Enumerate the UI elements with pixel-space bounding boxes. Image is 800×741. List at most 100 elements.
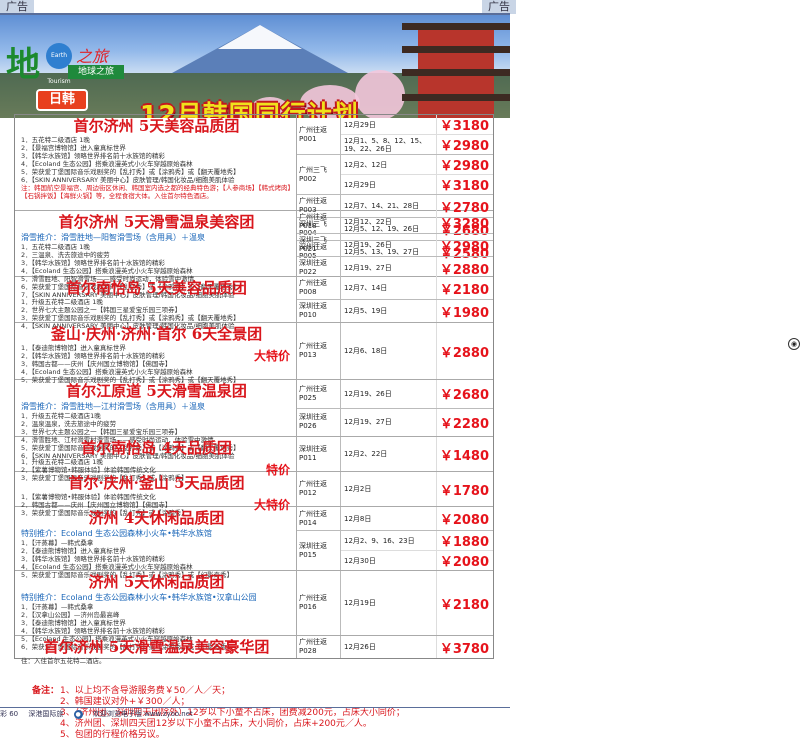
tour-info: 首尔南怡岛 5天美容品质团 1．升级五花特二级酒店 1晚 2．世界七大主题公园之一【…: [15, 277, 297, 330]
tour-table: 首尔济州 5天美容品质团 1．五花特二级酒店 1晚 2．【景福宫博物馆】进入童真标世…: [14, 114, 494, 665]
date-line[interactable]: 12月26日 ￥3780: [341, 636, 493, 658]
magazine-name: 深港国际旅: [28, 710, 64, 718]
tour-title: 首尔·庆州·釜山 5天品质团: [68, 474, 245, 492]
price: ￥2880: [439, 345, 489, 361]
tour-row[interactable]: 首尔南怡岛 5天美容品质团 1．升级五花特二级酒店 1晚 2．世界七大主题公园之一【…: [15, 277, 493, 330]
date-line[interactable]: 12月8日 ￥2080: [341, 507, 493, 530]
logo-sub: 地球之旅: [68, 65, 124, 79]
price: ￥2980: [439, 239, 489, 255]
price: ￥3780: [439, 641, 489, 657]
tour-row[interactable]: 首尔济州 5天滑雪温泉美容团 滑雪推介：滑雪胜地—阳智滑雪场（含用具）＋温泉 1．五…: [15, 211, 493, 299]
tour-item: 1．【泰迪熊博物馆】进入童真标世界: [21, 344, 126, 352]
ad-label-left: 广告: [0, 0, 34, 14]
tour-info: 首尔济州 5天美容品质团 1．五花特二级酒店 1晚 2．【景福宫博物馆】进入童真标世…: [15, 115, 297, 210]
logo-main: 地: [6, 45, 40, 85]
tour-item: 6．【SKIN ANNIVERSARY 美丽中心】皮肤管理/韩国化妆品/细胞美肌…: [21, 176, 235, 184]
date-list: 12月19、27日 ￥2280: [341, 408, 493, 436]
date-list: 12月6、18日 ￥2880: [341, 323, 493, 379]
date-line[interactable]: 12月2、22日 ￥1480: [341, 437, 493, 471]
remark-line: 1、以上均不含导游服务费￥50／人／天；: [60, 686, 231, 696]
tour-row[interactable]: 首尔南怡岛 4天品质团 特价 1．升级五花特二级酒店 1晚 2．【紫薯博物馆•韩服体验…: [15, 437, 493, 482]
date-line[interactable]: 12月30日 ￥2080: [341, 551, 493, 570]
departure-dates: 12月26日: [341, 636, 437, 658]
departure-code: 深圳往返 P022: [297, 257, 341, 279]
date-line[interactable]: 12月19、27日 ￥2880: [341, 257, 493, 279]
tour-item: 2．世界七大主题公园之一【韩国三星爱宝乐园三项券】: [21, 306, 182, 314]
date-line[interactable]: 12月6、18日 ￥2880: [341, 323, 493, 379]
date-line[interactable]: 12月19日 ￥2180: [341, 571, 493, 635]
tour-item: 3．世界七大主题公园之一【韩国三星爱宝乐园三项券】: [21, 428, 182, 436]
date-list: 12月2、12日 ￥2980 12月29日 ￥3180: [341, 155, 493, 194]
departure-code: 广州往返 P001: [297, 115, 341, 154]
departure-group: 广州往返 P025 12月19、26日 ￥2680: [297, 380, 493, 409]
departure-group: 广州往返 P001 12月29日 ￥3180 12月1、5、8、12、15、19、22…: [297, 115, 493, 155]
date-line[interactable]: 12月2日 ￥1780: [341, 472, 493, 506]
date-line[interactable]: 12月12、22日 ￥3280: [341, 211, 493, 233]
tour-row[interactable]: 济州 5天休闲品质团特别推介：Ecoland 生态公园森林小火车•韩华水族馆•汉…: [15, 571, 493, 651]
departure-dates: 12月2、12日: [341, 155, 437, 174]
price: ￥1880: [439, 535, 489, 550]
tour-item: 1．升级五花特二级酒店1晚: [21, 412, 101, 420]
date-line[interactable]: 12月29日 ￥3180: [341, 175, 493, 194]
date-line[interactable]: 12月19、27日 ￥2280: [341, 408, 493, 436]
tour-title: 首尔南怡岛 5天美容品质团: [66, 279, 247, 297]
tour-title: 釜山·庆州·济州·首尔 6天全景团: [50, 325, 263, 343]
tour-highlight: 滑雪推介：滑雪胜地—江村滑雪场（含用具）＋温泉: [21, 402, 205, 411]
departure-dates: 12月5、19日: [341, 300, 437, 322]
departure-group: 广州往返 P016 12月19日 ￥2180: [297, 571, 493, 635]
date-line[interactable]: 12月29日 ￥3180: [341, 115, 493, 135]
departure-code: 广州往返 P028: [297, 636, 341, 658]
departures: 广州往返 P001 12月29日 ￥3180 12月1、5、8、12、15、19、22…: [297, 115, 493, 263]
tour-item: 3．荣获爱丁堡国际音乐戏剧奖的【乱打秀】或【涂鸦秀】或【翻天覆地秀】: [21, 314, 240, 322]
date-line[interactable]: 12月19、26日 ￥2680: [341, 380, 493, 408]
departures: 深圳往返 P011 12月2、22日 ￥1480: [297, 437, 493, 471]
tour-row[interactable]: 首尔济州 5天美容品质团 1．五花特二级酒店 1晚 2．【景福宫博物馆】进入童真标世…: [15, 115, 493, 263]
date-line[interactable]: 12月5、19日 ￥1980: [341, 300, 493, 322]
tour-highlight: 特别推介：Ecoland 生态公园森林小火车•韩华水族馆•汉拿山公园: [21, 593, 257, 602]
pagoda-graphic: [392, 15, 510, 118]
page-marker-icon[interactable]: ◉: [788, 338, 800, 350]
tour-item: 2．【汉拿山公园】—济州岛最高峰: [21, 611, 120, 619]
departure-code: 广州往返 P025: [297, 380, 341, 408]
date-line[interactable]: 12月1、5、8、12、15、19、22、26日 ￥2980: [341, 135, 493, 154]
departure-dates: 12月19日: [341, 571, 437, 635]
tour-item: 2．【景福宫博物馆】进入童真标世界: [21, 144, 126, 152]
date-line[interactable]: 12月7、14日 ￥2180: [341, 277, 493, 299]
departures: 广州往返 P025 12月19、26日 ￥2680 深圳往返 P026 12月19、27…: [297, 380, 493, 436]
date-list: 12月29日 ￥3180 12月1、5、8、12、15、19、22、26日 ￥2980: [341, 115, 493, 154]
tour-item: 1．【汗蒸幕】—韩式桑拿: [21, 539, 94, 547]
tour-info: 济州 5天休闲品质团特别推介：Ecoland 生态公园森林小火车•韩华水族馆•汉…: [15, 571, 297, 651]
departure-code: 广州往返 P016: [297, 571, 341, 635]
tour-item: 1．升级五花特二级酒店 1晚: [21, 298, 103, 306]
remark-line: 5、包团的行程价格另议。: [60, 730, 165, 740]
date-line[interactable]: 12月2、12日 ￥2980: [341, 155, 493, 175]
banner: 地 Earth Tourism 之旅 地球之旅 日韩 12月韩国同行计划: [0, 15, 510, 118]
tour-info: 济州 4天休闲品质团 特别推介：Ecoland 生态公园森林小火车•韩华水族馆 1．…: [15, 507, 297, 579]
departure-dates: 12月19、27日: [341, 257, 437, 279]
departures: 广州往返 P016 12月19日 ￥2180: [297, 571, 493, 635]
tour-row[interactable]: 首尔济州 5天滑雪温泉美容豪华团 住：入住首尔五花特二酒店。 广州往返 P028 12…: [15, 636, 493, 665]
departure-dates: 12月12、22日: [341, 211, 437, 233]
date-list: 12月19、26日 ￥2980: [341, 234, 493, 256]
tour-title: 首尔济州 5天滑雪温泉美容团: [58, 213, 255, 231]
departure-code: 深圳往返 P010: [297, 300, 341, 322]
price: ￥1780: [439, 483, 489, 499]
departure-code: 广州往返 P008: [297, 277, 341, 299]
date-line[interactable]: 12月19、26日 ￥2980: [341, 234, 493, 256]
tour-row[interactable]: 济州 4天休闲品质团 特别推介：Ecoland 生态公园森林小火车•韩华水族馆 1．…: [15, 507, 493, 579]
tour-row[interactable]: 首尔江原道 5天滑雪温泉团 滑雪推介：滑雪胜地—江村滑雪场（含用具）＋温泉 1．升级…: [15, 380, 493, 460]
price: ￥2980: [439, 139, 489, 154]
tour-item: 3．【泰迪熊博物馆】进入童真标世界: [21, 619, 126, 627]
tour-title: 济州 5天休闲品质团: [88, 573, 225, 591]
tour-row[interactable]: 首尔·庆州·釜山 5天品质团 大特价 1．【紫薯博物馆•韩服体验】体验韩国传统文化 2…: [15, 472, 493, 517]
tour-item: 2．【韩华水族馆】领略世界排名前十水族馆的精彩: [21, 352, 165, 360]
departure-code: 广州三飞 P002: [297, 155, 341, 194]
tour-item: 1．五花特二级酒店 1晚: [21, 243, 90, 251]
departure-code: 深圳往返 P015: [297, 531, 341, 570]
price: ￥2180: [439, 282, 489, 298]
departure-dates: 12月6、18日: [341, 323, 437, 379]
tour-row[interactable]: 釜山·庆州·济州·首尔 6天全景团 大特价 1．【泰迪熊博物馆】进入童真标世界 2．【…: [15, 323, 493, 384]
departures: 广州往返 P012 12月2日 ￥1780: [297, 472, 493, 506]
date-line[interactable]: 12月2、9、16、23日 ￥1880: [341, 531, 493, 551]
tour-item: 3．韩国古都——庆州【庆州国立博物馆】【佛国寺】: [21, 360, 172, 368]
